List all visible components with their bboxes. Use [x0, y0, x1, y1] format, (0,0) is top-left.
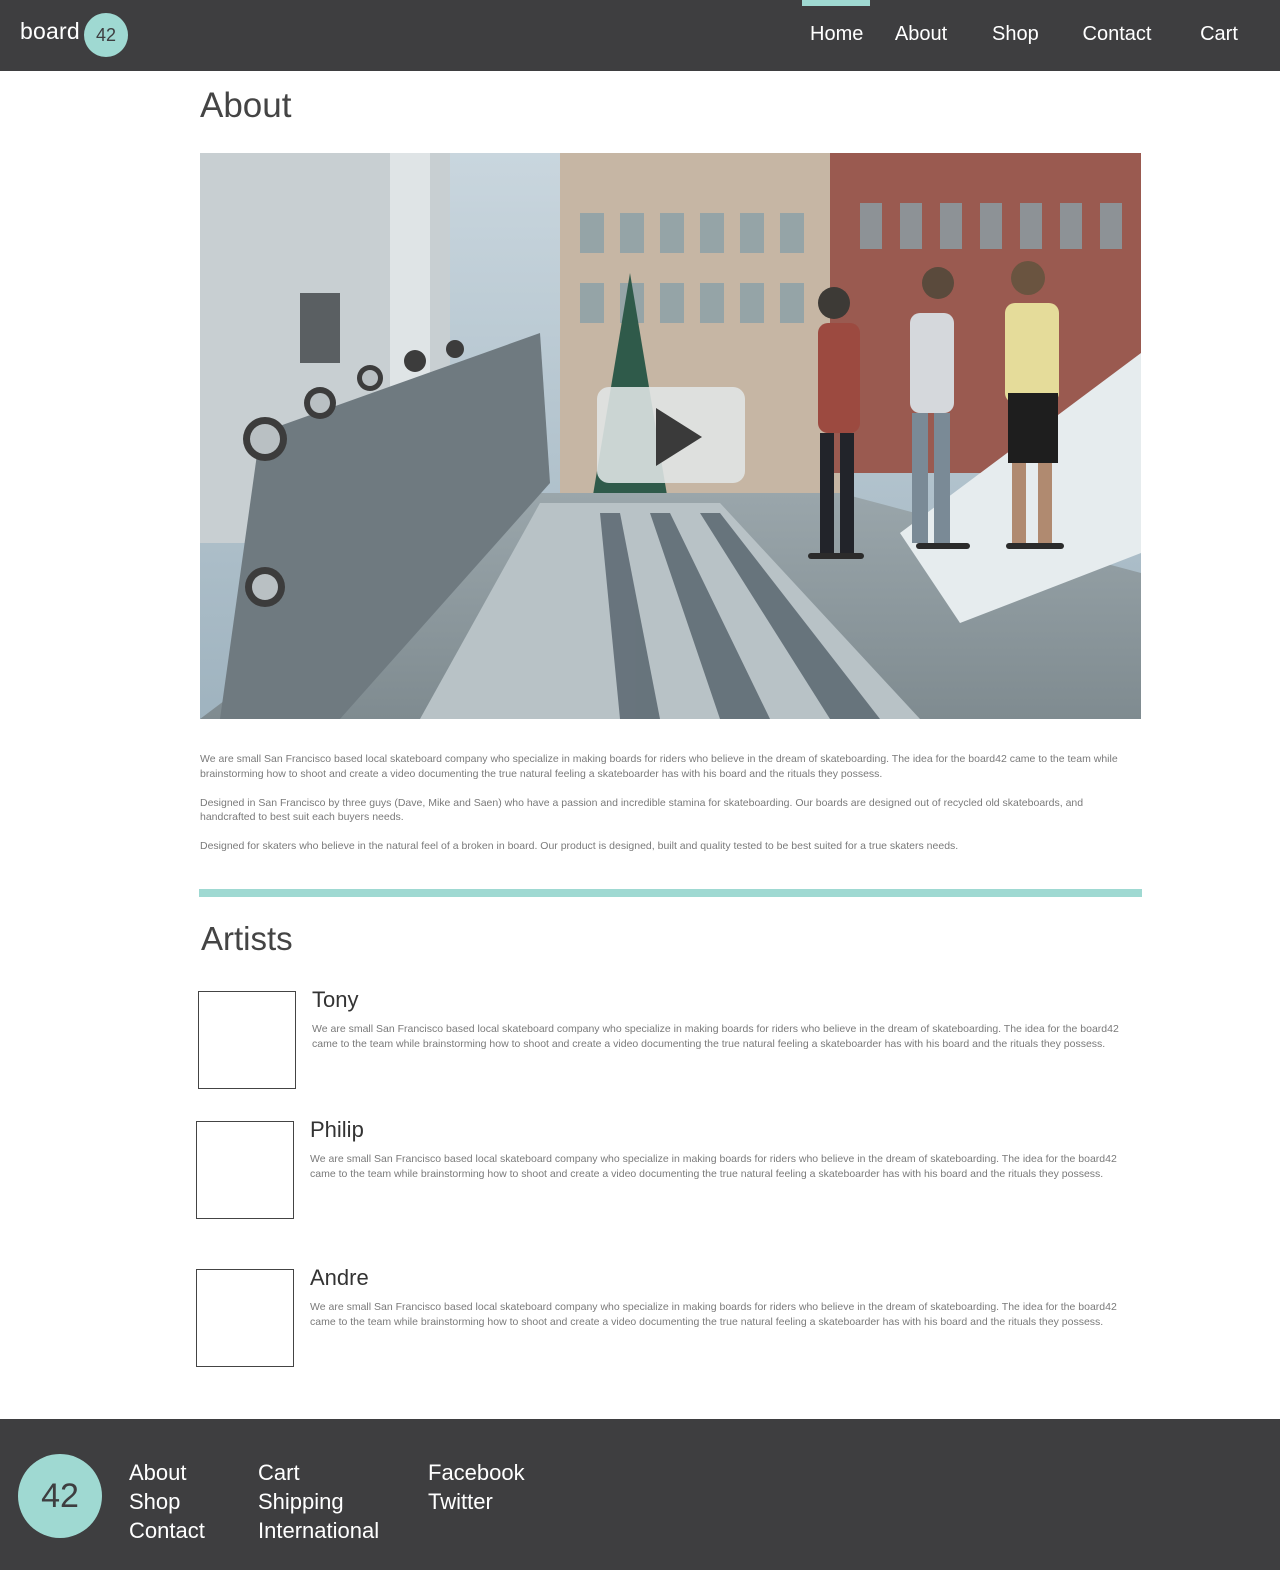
footer-link-contact[interactable]: Contact — [129, 1516, 205, 1545]
artist-card-tony: Tony We are small San Francisco based lo… — [198, 987, 1158, 1091]
page-title: About — [200, 86, 292, 125]
top-nav-bar: board 42 Home About Shop Contact Cart — [0, 0, 1280, 71]
artist-name: Andre — [310, 1265, 369, 1290]
nav-cart[interactable]: Cart — [1198, 0, 1240, 71]
artist-name: Tony — [312, 987, 359, 1012]
artist-name: Philip — [310, 1117, 364, 1142]
footer-column-social: Facebook Twitter — [428, 1458, 525, 1516]
video-player[interactable] — [200, 153, 1141, 719]
about-paragraph: Designed in San Francisco by three guys … — [200, 796, 1084, 824]
logo-link[interactable]: board 42 — [0, 0, 140, 71]
footer-link-international[interactable]: International — [258, 1516, 379, 1545]
footer: 42 About Shop Contact Cart Shipping Inte… — [0, 1419, 1280, 1570]
artist-bio: We are small San Francisco based local s… — [310, 1301, 1117, 1328]
footer-link-shop[interactable]: Shop — [129, 1487, 205, 1516]
artist-photo — [198, 991, 296, 1089]
nav-shop[interactable]: Shop — [992, 0, 1039, 71]
logo-badge: 42 — [84, 13, 128, 57]
footer-link-about[interactable]: About — [129, 1458, 205, 1487]
footer-link-shipping[interactable]: Shipping — [258, 1487, 379, 1516]
play-button[interactable] — [597, 387, 745, 483]
artist-bio: We are small San Francisco based local s… — [310, 1153, 1117, 1180]
artist-photo — [196, 1121, 294, 1219]
footer-link-facebook[interactable]: Facebook — [428, 1458, 525, 1487]
section-divider — [199, 889, 1142, 897]
about-paragraph: Designed for skaters who believe in the … — [200, 840, 959, 852]
play-icon — [656, 408, 702, 466]
logo-text: board — [20, 18, 80, 44]
footer-link-twitter[interactable]: Twitter — [428, 1487, 525, 1516]
artist-card-andre: Andre We are small San Francisco based l… — [196, 1265, 1156, 1369]
footer-column-site: About Shop Contact — [129, 1458, 205, 1545]
about-text: We are small San Francisco based local s… — [200, 752, 1140, 868]
artist-photo — [196, 1269, 294, 1367]
nav-home[interactable]: Home — [802, 0, 870, 71]
artists-title: Artists — [201, 920, 293, 957]
nav-contact[interactable]: Contact — [1081, 0, 1153, 71]
about-paragraph: We are small San Francisco based local s… — [200, 753, 1118, 780]
footer-logo-badge[interactable]: 42 — [18, 1454, 102, 1538]
footer-link-cart[interactable]: Cart — [258, 1458, 379, 1487]
footer-column-orders: Cart Shipping International — [258, 1458, 379, 1545]
nav-about[interactable]: About — [893, 0, 949, 71]
artist-bio: We are small San Francisco based local s… — [312, 1023, 1119, 1050]
artist-card-philip: Philip We are small San Francisco based … — [196, 1117, 1156, 1221]
